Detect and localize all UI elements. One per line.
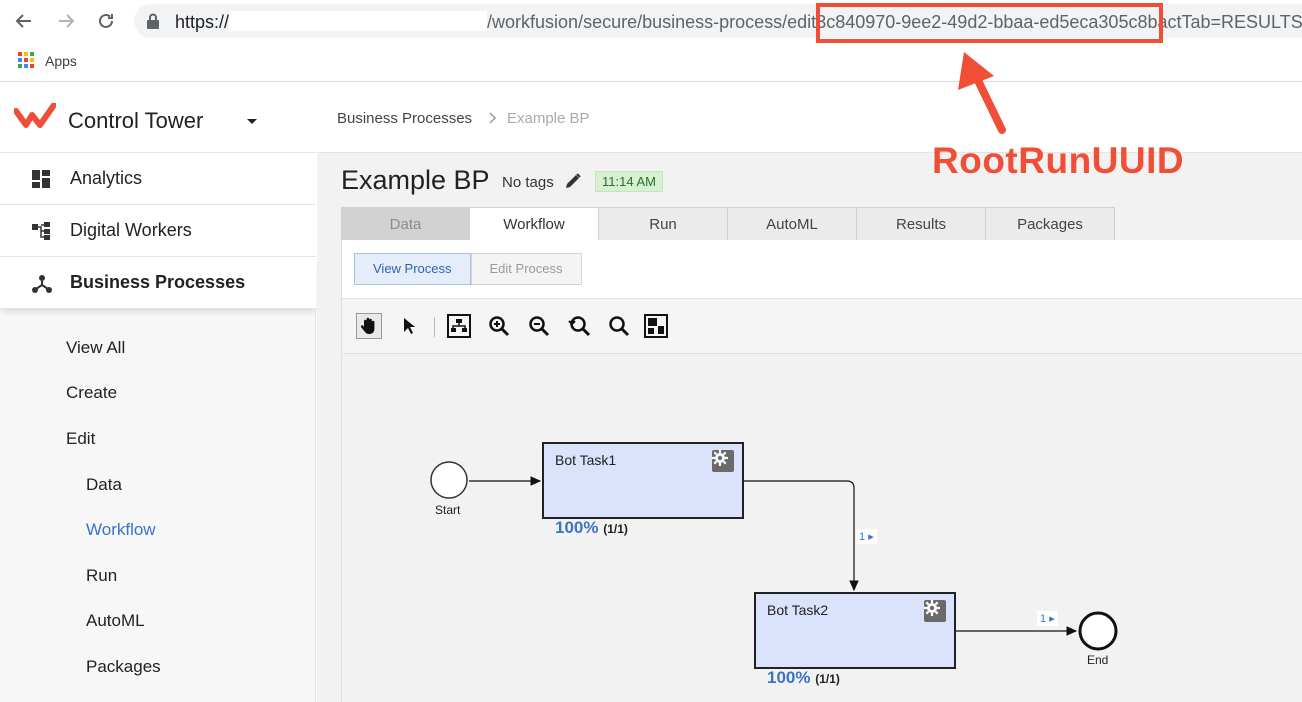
apps-dot — [18, 52, 22, 56]
chevron-right-icon — [489, 111, 497, 129]
mode-switch: View Process Edit Process — [354, 253, 582, 285]
task-name: Bot Task1 — [555, 452, 617, 468]
tab-packages[interactable]: Packages — [986, 207, 1115, 241]
zoom-in-icon[interactable] — [486, 313, 512, 339]
end-label: End — [1087, 653, 1109, 667]
edit-process-button[interactable]: Edit Process — [470, 253, 582, 285]
task-percent: 100% — [555, 518, 599, 537]
play-icon: ▸ — [868, 531, 874, 543]
flow-count-badge[interactable]: 1 ▸ — [1037, 611, 1058, 626]
url-suffix: actTab=RESULTS — [1157, 12, 1302, 32]
bookmark-apps[interactable]: Apps — [45, 53, 77, 69]
tab-data[interactable]: Data — [341, 207, 470, 241]
tab-bar: Data Workflow Run AutoML Results Package… — [341, 207, 1115, 241]
breadcrumb-business-processes[interactable]: Business Processes — [337, 110, 472, 127]
tab-run[interactable]: Run — [599, 207, 728, 241]
breadcrumb-current: Example BP — [507, 110, 590, 127]
workfusion-logo-icon — [13, 102, 57, 138]
workflow-panel: View Process Edit Process Start End Bot … — [341, 240, 1302, 702]
apps-dot — [24, 58, 28, 62]
apps-dot — [30, 64, 34, 68]
apps-dot — [18, 64, 22, 68]
pointer-icon[interactable] — [396, 313, 422, 339]
gear-icon[interactable] — [924, 600, 946, 622]
task-count: (1/1) — [815, 672, 840, 686]
dashboard-icon — [32, 170, 50, 193]
flow-count: 1 — [859, 531, 866, 543]
brand-header[interactable]: Control Tower — [0, 83, 316, 153]
uuid-highlight-box — [816, 3, 1163, 43]
view-process-button[interactable]: View Process — [354, 253, 471, 285]
url-host-redacted — [229, 11, 488, 31]
zoom-actual-icon[interactable] — [606, 313, 632, 339]
tags-label: No tags — [502, 174, 554, 191]
gear-icon[interactable] — [712, 450, 734, 472]
url-path: /workfusion/secure/business-process/edit — [487, 12, 817, 32]
chevron-down-icon[interactable] — [247, 119, 257, 124]
sidebar-item-business-processes[interactable]: Business Processes — [0, 257, 316, 309]
apps-dot — [30, 52, 34, 56]
sidebar-subitem-run[interactable]: Run — [86, 566, 117, 586]
sidebar-subitem-automl[interactable]: AutoML — [86, 611, 145, 631]
flow-count: 1 — [1040, 613, 1047, 625]
diagram-toolbar — [342, 298, 1302, 354]
sidebar-subitem-data[interactable]: Data — [86, 475, 122, 495]
task-name: Bot Task2 — [767, 602, 829, 618]
tab-automl[interactable]: AutoML — [728, 207, 857, 241]
workflow-canvas[interactable]: Start End Bot Task1 100% (1/1) Bot Task2… — [342, 354, 1302, 702]
sidebar-subitem-edit[interactable]: Edit — [66, 429, 95, 449]
fit-layout-icon[interactable] — [446, 313, 472, 339]
time-badge: 11:14 AM — [595, 171, 663, 192]
brand-name: Control Tower — [68, 108, 204, 133]
tab-results[interactable]: Results — [857, 207, 986, 241]
url-prefix: https:// — [175, 12, 230, 32]
sidebar-item-label: Business Processes — [70, 272, 246, 292]
bookmarks-bar: Apps — [0, 42, 1302, 82]
end-event[interactable] — [1078, 611, 1118, 651]
sidebar-item-label: Digital Workers — [70, 220, 192, 240]
forward-icon[interactable] — [53, 8, 79, 34]
screen: https:// /workfusion/secure/business-proc… — [0, 0, 1302, 702]
page-title: Example BP — [341, 165, 490, 195]
sidebar-subitem-view-all[interactable]: View All — [66, 338, 125, 358]
back-icon[interactable] — [11, 8, 37, 34]
sidebar: Control Tower Analytics Digital Workers … — [0, 83, 316, 702]
lock-icon — [146, 13, 160, 34]
task-percent: 100% — [767, 668, 811, 687]
hand-tool-icon[interactable] — [356, 313, 382, 339]
sidebar-item-label: Analytics — [70, 168, 143, 188]
bot-task-1[interactable]: Bot Task1 — [542, 442, 744, 519]
sidebar-item-digital-workers[interactable]: Digital Workers — [0, 205, 316, 257]
sidebar-subitem-workflow[interactable]: Workflow — [86, 520, 156, 540]
annotation-label: RootRunUUID — [932, 140, 1185, 181]
zoom-reset-icon[interactable] — [566, 313, 592, 339]
tab-workflow[interactable]: Workflow — [470, 207, 599, 241]
apps-grid-icon[interactable] — [18, 52, 34, 68]
start-event[interactable] — [430, 461, 468, 499]
apps-dot — [24, 64, 28, 68]
reload-icon[interactable] — [93, 8, 119, 34]
overview-map-icon[interactable] — [643, 313, 669, 339]
sidebar-item-analytics[interactable]: Analytics — [0, 153, 316, 205]
zoom-out-icon[interactable] — [526, 313, 552, 339]
hierarchy-icon — [32, 222, 50, 245]
bot-task-2[interactable]: Bot Task2 — [754, 592, 956, 669]
apps-dot — [24, 52, 28, 56]
task-count: (1/1) — [603, 522, 628, 536]
annotation-arrow-icon — [958, 52, 1006, 134]
pencil-icon[interactable] — [564, 172, 582, 195]
apps-dot — [30, 58, 34, 62]
start-label: Start — [435, 503, 461, 517]
flow-count-badge[interactable]: 1 ▸ — [856, 529, 877, 544]
apps-dot — [18, 58, 22, 62]
toolbar-divider — [434, 317, 435, 337]
process-icon — [32, 274, 52, 299]
sidebar-subitem-packages[interactable]: Packages — [86, 657, 161, 677]
task-1-progress: 100% (1/1) — [555, 518, 628, 538]
play-icon: ▸ — [1049, 613, 1055, 625]
sidebar-subitem-create[interactable]: Create — [66, 383, 117, 403]
task-2-progress: 100% (1/1) — [767, 668, 840, 688]
